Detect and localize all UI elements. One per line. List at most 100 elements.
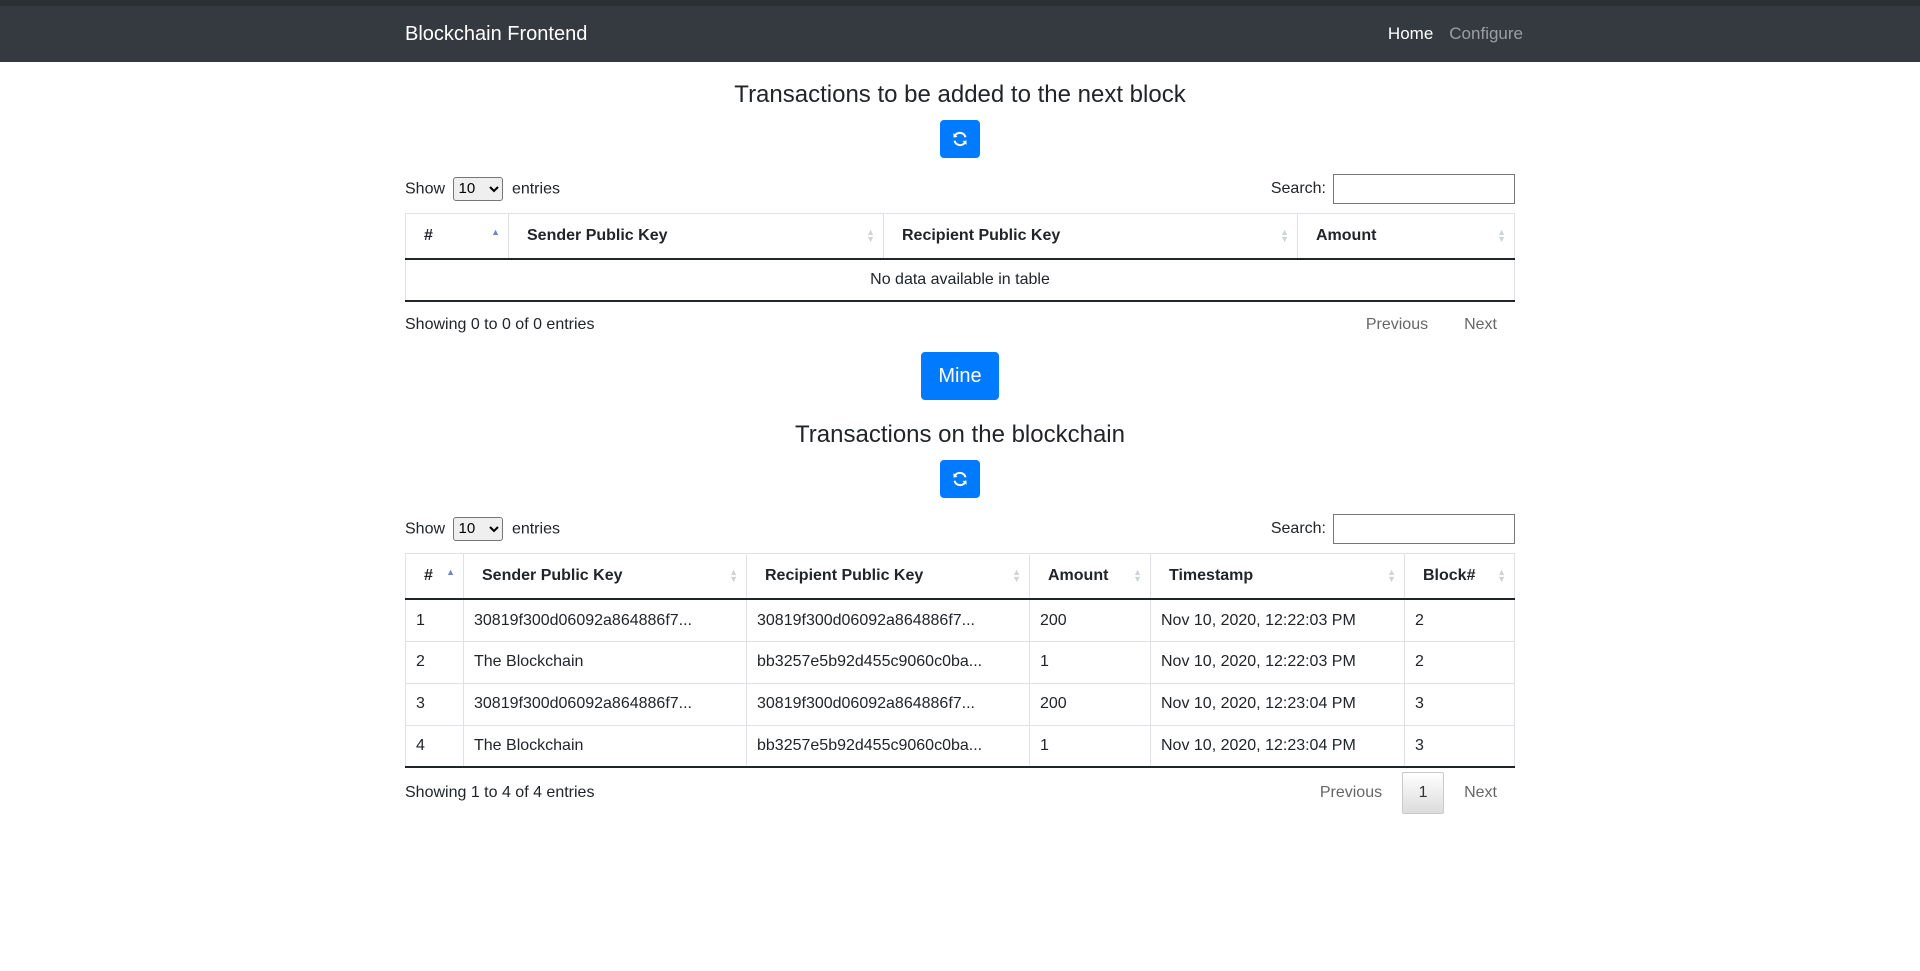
sort-icon: ▲ ▼ xyxy=(1133,567,1142,585)
column-header-block[interactable]: Block# ▲ ▼ xyxy=(1404,552,1515,601)
empty-message: No data available in table xyxy=(405,258,1515,303)
search-label: Search: xyxy=(1270,519,1326,537)
column-header-sender[interactable]: Sender Public Key ▲ ▼ xyxy=(463,552,747,601)
pagination: Previous Next xyxy=(1348,316,1515,334)
sort-asc-icon: ▲ xyxy=(446,567,455,578)
table-info: Showing 1 to 4 of 4 entries xyxy=(405,784,595,802)
column-label: Timestamp xyxy=(1169,567,1254,585)
cell-block: 2 xyxy=(1404,598,1515,642)
refresh-icon xyxy=(953,471,967,486)
page-size-select[interactable]: 10 xyxy=(453,176,504,201)
nav-home-link[interactable]: Home xyxy=(1388,24,1433,44)
cell-timestamp: Nov 10, 2020, 12:22:03 PM xyxy=(1150,640,1405,684)
pending-table-controls: Show 10 entries Search: xyxy=(405,173,1515,204)
cell-index: 4 xyxy=(405,724,464,769)
page-size-select[interactable]: 10 xyxy=(453,516,504,541)
previous-button[interactable]: Previous xyxy=(1348,316,1446,334)
entries-label: entries xyxy=(511,180,560,198)
cell-amount: 200 xyxy=(1029,682,1151,726)
refresh-chain-button[interactable] xyxy=(940,459,980,498)
chain-section: Transactions on the blockchain Show 10 e… xyxy=(405,421,1515,818)
refresh-pending-button[interactable] xyxy=(940,119,980,158)
cell-amount: 200 xyxy=(1029,598,1151,642)
cell-timestamp: Nov 10, 2020, 12:23:04 PM xyxy=(1150,724,1405,769)
chain-title: Transactions on the blockchain xyxy=(795,421,1125,448)
column-header-recipient[interactable]: Recipient Public Key ▲ ▼ xyxy=(746,552,1030,601)
next-button[interactable]: Next xyxy=(1446,784,1515,802)
next-button[interactable]: Next xyxy=(1446,316,1515,334)
column-header-index[interactable]: # ▲ xyxy=(405,552,464,601)
cell-block: 2 xyxy=(1404,640,1515,684)
cell-block: 3 xyxy=(1404,724,1515,769)
column-label: # xyxy=(424,567,433,585)
sort-icon: ▲ ▼ xyxy=(1012,567,1021,585)
table-row: 1 30819f300d06092a864886f7... 30819f300d… xyxy=(405,598,1515,642)
entries-label: entries xyxy=(511,520,560,538)
sort-icon: ▲ ▼ xyxy=(729,567,738,585)
sort-icon: ▲ ▼ xyxy=(1387,567,1396,585)
search-input[interactable] xyxy=(1333,513,1515,544)
search-control: Search: xyxy=(1270,513,1515,544)
sort-asc-icon: ▲ xyxy=(491,227,500,238)
refresh-icon xyxy=(953,131,967,146)
column-label: # xyxy=(424,227,433,245)
table-row: 2 The Blockchain bb3257e5b92d455c9060c0b… xyxy=(405,640,1515,684)
cell-recipient: 30819f300d06092a864886f7... xyxy=(746,682,1030,726)
chain-table-controls: Show 10 entries Search: xyxy=(405,513,1515,544)
column-label: Recipient Public Key xyxy=(765,567,924,585)
search-input[interactable] xyxy=(1333,173,1515,204)
column-label: Amount xyxy=(1316,227,1377,245)
column-header-index[interactable]: # ▲ xyxy=(405,212,509,261)
chain-table-footer: Showing 1 to 4 of 4 entries Previous 1 N… xyxy=(405,768,1515,818)
page-1-button[interactable]: 1 xyxy=(1402,772,1445,815)
column-header-amount[interactable]: Amount ▲ ▼ xyxy=(1297,212,1515,261)
cell-sender: 30819f300d06092a864886f7... xyxy=(463,598,747,642)
page-size-control: Show 10 entries xyxy=(405,176,560,201)
nav-links: Home Configure xyxy=(1388,24,1523,44)
pagination: Previous 1 Next xyxy=(1302,772,1515,815)
page-size-control: Show 10 entries xyxy=(405,516,560,541)
table-row: No data available in table xyxy=(405,258,1515,303)
cell-recipient: bb3257e5b92d455c9060c0ba... xyxy=(746,724,1030,769)
sort-icon: ▲ ▼ xyxy=(866,227,875,245)
sort-icon: ▲ ▼ xyxy=(1497,567,1506,585)
cell-sender: 30819f300d06092a864886f7... xyxy=(463,682,747,726)
search-label: Search: xyxy=(1270,179,1326,197)
column-label: Sender Public Key xyxy=(527,227,668,245)
column-header-recipient[interactable]: Recipient Public Key ▲ ▼ xyxy=(883,212,1298,261)
pending-table-footer: Showing 0 to 0 of 0 entries Previous Nex… xyxy=(405,302,1515,348)
cell-index: 1 xyxy=(405,598,464,642)
previous-button[interactable]: Previous xyxy=(1302,784,1400,802)
nav-configure-link[interactable]: Configure xyxy=(1449,24,1523,44)
cell-amount: 1 xyxy=(1029,640,1151,684)
pending-table: # ▲ Sender Public Key ▲ ▼ Recipient Publi… xyxy=(405,212,1515,303)
cell-index: 3 xyxy=(405,682,464,726)
column-header-timestamp[interactable]: Timestamp ▲ ▼ xyxy=(1150,552,1405,601)
cell-recipient: 30819f300d06092a864886f7... xyxy=(746,598,1030,642)
table-info: Showing 0 to 0 of 0 entries xyxy=(405,316,595,334)
cell-recipient: bb3257e5b92d455c9060c0ba... xyxy=(746,640,1030,684)
show-label: Show xyxy=(405,520,446,538)
column-label: Recipient Public Key xyxy=(902,227,1061,245)
cell-sender: The Blockchain xyxy=(463,640,747,684)
column-label: Block# xyxy=(1423,567,1476,585)
cell-timestamp: Nov 10, 2020, 12:22:03 PM xyxy=(1150,598,1405,642)
chain-table: # ▲ Sender Public Key ▲ ▼ Recipient Publi… xyxy=(405,552,1515,769)
table-row: 4 The Blockchain bb3257e5b92d455c9060c0b… xyxy=(405,724,1515,769)
search-control: Search: xyxy=(1270,173,1515,204)
table-row: 3 30819f300d06092a864886f7... 30819f300d… xyxy=(405,682,1515,726)
column-label: Sender Public Key xyxy=(482,567,623,585)
cell-amount: 1 xyxy=(1029,724,1151,769)
sort-icon: ▲ ▼ xyxy=(1497,227,1506,245)
pending-title: Transactions to be added to the next blo… xyxy=(734,81,1186,108)
column-label: Amount xyxy=(1048,567,1109,585)
column-header-amount[interactable]: Amount ▲ ▼ xyxy=(1029,552,1151,601)
show-label: Show xyxy=(405,180,446,198)
navbar: Blockchain Frontend Home Configure xyxy=(0,6,1920,62)
brand[interactable]: Blockchain Frontend xyxy=(405,23,587,46)
pending-section: Transactions to be added to the next blo… xyxy=(405,81,1515,401)
mine-button[interactable]: Mine xyxy=(921,352,999,401)
column-header-sender[interactable]: Sender Public Key ▲ ▼ xyxy=(508,212,884,261)
cell-index: 2 xyxy=(405,640,464,684)
sort-icon: ▲ ▼ xyxy=(1280,227,1289,245)
